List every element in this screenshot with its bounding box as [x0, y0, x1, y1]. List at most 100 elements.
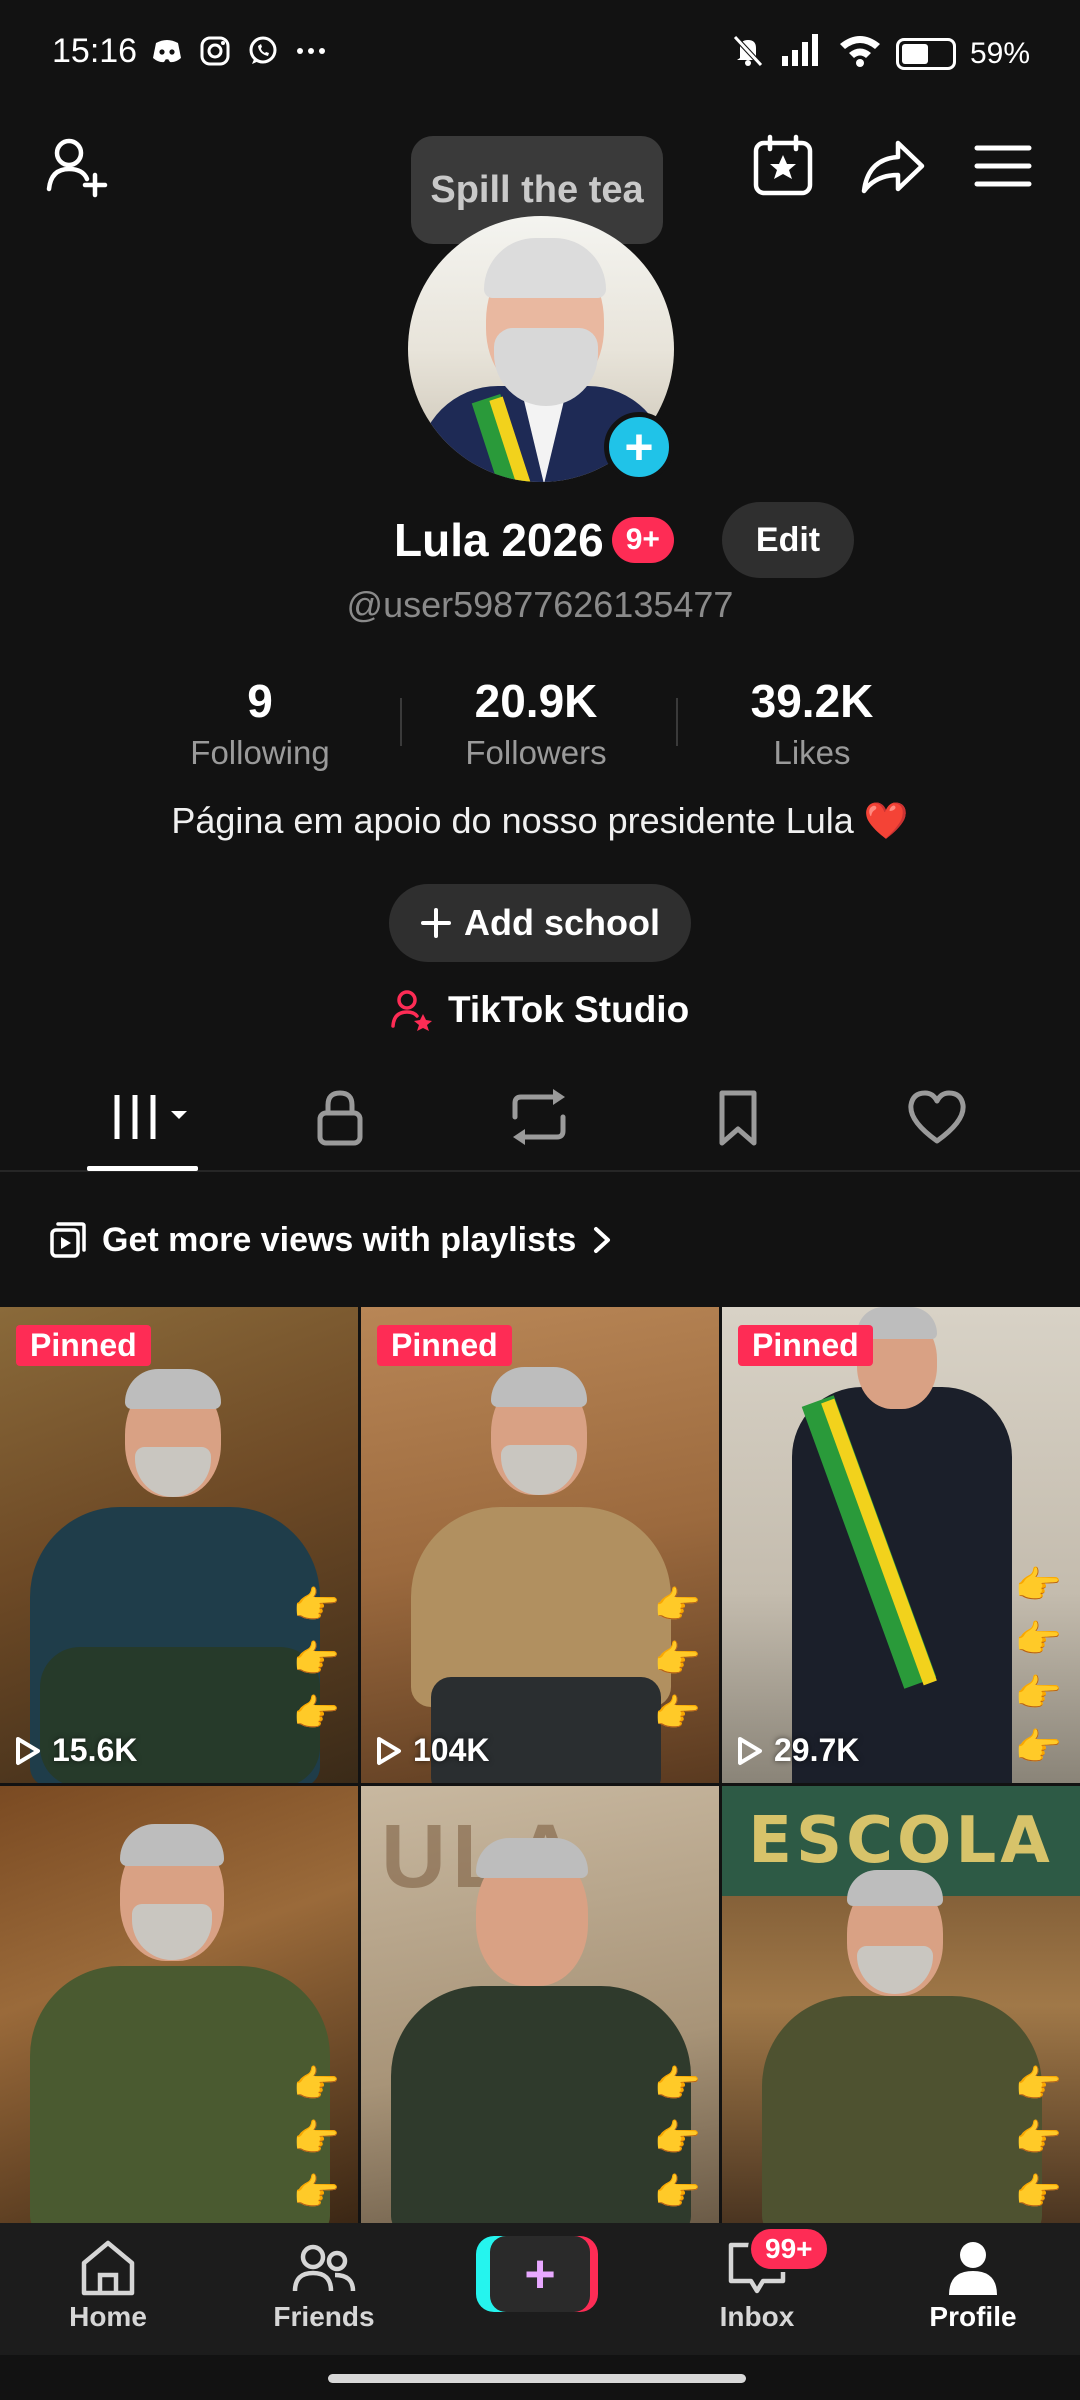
view-count-value: 29.7K [774, 1732, 860, 1768]
video-thumbnail[interactable]: ULA 👉👉👉 [361, 1786, 719, 2223]
battery-icon [895, 38, 956, 70]
heart-emoji: ❤️ [863, 800, 909, 841]
view-count: 29.7K [736, 1732, 859, 1769]
more-dots-icon [294, 34, 328, 68]
plus-icon: + [624, 419, 654, 475]
calendar-star-icon [753, 134, 813, 196]
add-story-plus-button[interactable]: + [604, 412, 674, 482]
add-person-icon [46, 138, 108, 198]
discord-icon [150, 34, 184, 68]
status-bar: 15:16 59% [0, 0, 1080, 110]
stat-likes-value: 39.2K [750, 675, 874, 727]
active-tab-indicator [87, 1166, 198, 1171]
share-profile-button[interactable] [855, 128, 931, 204]
stat-followers-value: 20.9K [474, 675, 598, 727]
nav-home[interactable]: Home [28, 2237, 188, 2347]
play-icon [16, 1736, 40, 1765]
nav-inbox-label: Inbox [719, 2301, 795, 2332]
plus-icon [421, 908, 451, 938]
video-thumbnail[interactable]: 👉 👉 👉 Pinned 104K [361, 1307, 719, 1783]
pointing-hands: 👉 👉 👉 👉 [1014, 1565, 1062, 1769]
view-count-value: 15.6K [52, 1732, 138, 1768]
playlist-banner-text: Get more views with playlists [102, 1220, 577, 1259]
profile-stats: 9 Following 20.9K Followers 39.2K Likes [168, 674, 912, 784]
repost-icon [512, 1089, 566, 1145]
signal-icon [780, 32, 824, 76]
stat-likes[interactable]: 39.2K Likes [720, 674, 904, 784]
menu-button[interactable] [965, 128, 1041, 204]
nav-profile[interactable]: Profile [893, 2237, 1053, 2347]
pinned-badge: Pinned [738, 1325, 873, 1366]
display-name: Lula 2026 [394, 514, 604, 566]
add-school-button[interactable]: Add school [389, 884, 691, 962]
status-notification-icons [150, 34, 328, 68]
friends-icon [292, 2244, 356, 2292]
tab-private[interactable] [285, 1082, 395, 1152]
videos-grid-icon [114, 1095, 187, 1139]
video-thumbnail[interactable]: 👉 👉 👉 👉 Pinned 29.7K [722, 1307, 1080, 1783]
stat-following[interactable]: 9 Following [168, 674, 352, 784]
stat-followers[interactable]: 20.9K Followers [444, 674, 628, 784]
bio-text: Página em apoio do nosso presidente Lula [171, 800, 854, 841]
create-video-button[interactable]: + [476, 2236, 598, 2312]
play-icon [738, 1736, 762, 1765]
tab-favorites[interactable] [683, 1082, 793, 1152]
share-arrow-icon [861, 140, 925, 194]
stat-followers-label: Followers [465, 734, 607, 771]
add-school-label: Add school [464, 902, 660, 943]
studio-person-star-icon [391, 990, 432, 1031]
profile-name-row: Lula 2026 9+ [394, 505, 674, 575]
tab-reposts[interactable] [484, 1082, 594, 1152]
inbox-notification-badge: 99+ [748, 2226, 830, 2272]
instagram-icon [198, 34, 232, 68]
pinned-badge: Pinned [16, 1325, 151, 1366]
video-thumbnail[interactable]: 👉 👉 👉 Pinned 15.6K [0, 1307, 358, 1783]
pointing-hands: 👉 👉 👉 [292, 1585, 340, 1735]
nav-profile-label: Profile [929, 2301, 1017, 2332]
profile-bio: Página em apoio do nosso presidente Lula… [0, 800, 1080, 842]
add-friend-button[interactable] [40, 128, 116, 204]
wifi-icon [838, 32, 882, 76]
video-thumbnail[interactable]: ESCOLA 👉 👉 👉 [722, 1786, 1080, 2223]
create-plus-icon: + [490, 2236, 590, 2312]
nav-friends[interactable]: Friends [244, 2237, 404, 2347]
status-system-icons: 59% [730, 32, 1030, 76]
hamburger-menu-icon [974, 145, 1032, 187]
stat-divider [676, 698, 678, 746]
tab-liked[interactable] [882, 1082, 992, 1152]
studio-label: TikTok Studio [448, 989, 690, 1030]
video-grid: 👉 👉 👉 Pinned 15.6K 👉 👉 👉 Pinned 104K 👉 👉… [0, 1307, 1080, 2223]
stat-following-value: 9 [247, 675, 273, 727]
nav-friends-label: Friends [273, 2301, 375, 2332]
stat-likes-label: Likes [773, 734, 851, 771]
calendar-button[interactable] [745, 128, 821, 204]
pointing-hands: 👉 👉 👉 [1014, 2064, 1062, 2214]
pointing-hands: 👉 👉 👉 [653, 2064, 701, 2214]
home-icon [81, 2240, 135, 2296]
profile-person-icon [949, 2242, 997, 2295]
view-count: 104K [375, 1732, 490, 1769]
heart-icon [908, 1090, 966, 1144]
tab-videos[interactable] [87, 1082, 197, 1152]
whatsapp-icon [246, 34, 280, 68]
pointing-hands: 👉 👉 👉 [292, 2064, 340, 2214]
mute-bell-icon [730, 32, 766, 76]
pinned-badge: Pinned [377, 1325, 512, 1366]
playlist-banner[interactable]: Get more views with playlists [48, 1214, 614, 1266]
profile-content-tabs [0, 1062, 1080, 1172]
stat-following-label: Following [190, 734, 330, 771]
video-thumbnail[interactable]: 👉 👉 👉 [0, 1786, 358, 2223]
home-indicator[interactable] [328, 2374, 746, 2383]
pointing-hands: 👉 👉 👉 [653, 1585, 701, 1735]
username: @user59877626135477 [346, 584, 734, 625]
tiktok-studio-link[interactable]: TikTok Studio [390, 980, 689, 1040]
avatar-hair [484, 238, 606, 298]
battery-percent: 59% [969, 37, 1030, 70]
name-notification-badge[interactable]: 9+ [611, 517, 674, 563]
play-icon [377, 1736, 401, 1765]
nav-home-label: Home [69, 2301, 147, 2332]
edit-profile-button[interactable]: Edit [722, 502, 854, 578]
chevron-right-icon [594, 1227, 611, 1253]
view-count: 15.6K [14, 1732, 137, 1769]
lock-icon [317, 1090, 363, 1146]
